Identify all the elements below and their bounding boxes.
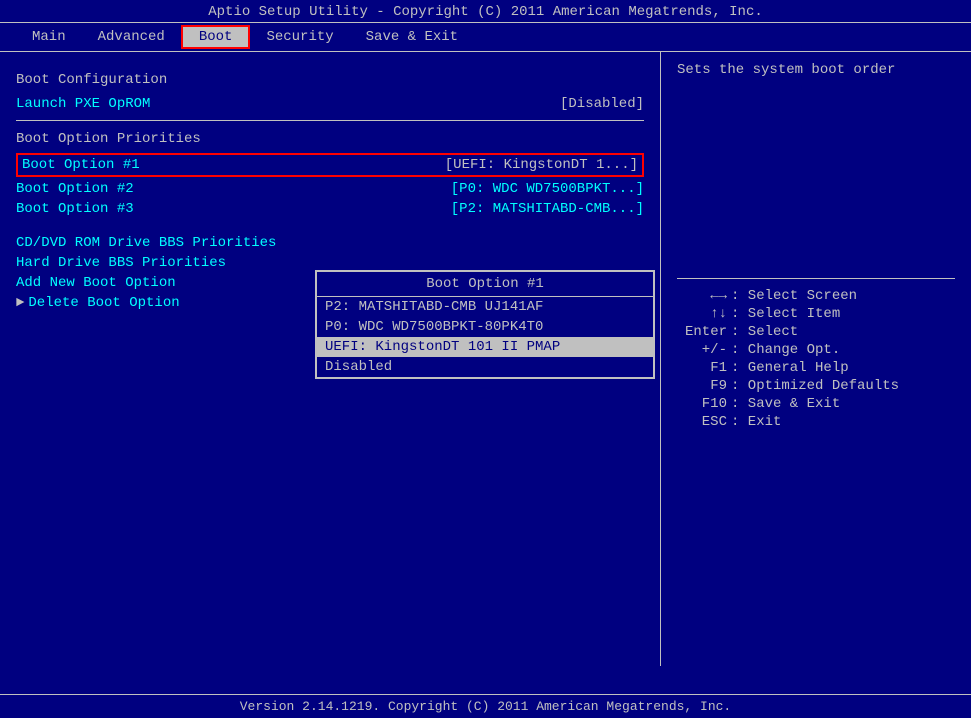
menu-item-save-exit[interactable]: Save & Exit: [350, 27, 474, 47]
key-f1-desc: : General Help: [731, 360, 849, 376]
key-f1-label: F1: [677, 360, 727, 376]
boot-option-1-value: [UEFI: KingstonDT 1...]: [445, 157, 638, 173]
key-f10-desc: : Save & Exit: [731, 396, 840, 412]
bottom-bar: Version 2.14.1219. Copyright (C) 2011 Am…: [0, 694, 971, 718]
key-plusminus-label: +/-: [677, 342, 727, 358]
boot-option-1-label: Boot Option #1: [22, 157, 140, 173]
key-esc-label: ESC: [677, 414, 727, 430]
title-bar: Aptio Setup Utility - Copyright (C) 2011…: [0, 0, 971, 22]
menu-bar: Main Advanced Boot Security Save & Exit: [0, 22, 971, 52]
boot-option-3-value: [P2: MATSHITABD-CMB...]: [451, 201, 644, 217]
popup-item-disabled[interactable]: Disabled: [317, 357, 653, 377]
popup-item-p0[interactable]: P0: WDC WD7500BPKT-80PK4T0: [317, 317, 653, 337]
key-row-f9: F9 : Optimized Defaults: [677, 377, 955, 395]
boot-priorities-header: Boot Option Priorities: [16, 131, 644, 147]
key-f9-label: F9: [677, 378, 727, 394]
key-help-section: ←→ : Select Screen ↑↓ : Select Item Ente…: [677, 287, 955, 431]
key-plusminus-desc: : Change Opt.: [731, 342, 840, 358]
boot-config-header: Boot Configuration: [16, 72, 644, 88]
menu-item-advanced[interactable]: Advanced: [82, 27, 181, 47]
launch-pxe-value: [Disabled]: [560, 96, 644, 112]
key-row-1: ↑↓ : Select Item: [677, 305, 955, 323]
key-row-f1: F1 : General Help: [677, 359, 955, 377]
help-text: Sets the system boot order: [677, 62, 955, 78]
key-row-f10: F10 : Save & Exit: [677, 395, 955, 413]
boot-option-dropdown[interactable]: Boot Option #1 P2: MATSHITABD-CMB UJ141A…: [315, 270, 655, 379]
menu-item-security[interactable]: Security: [250, 27, 349, 47]
key-row-enter: Enter : Select: [677, 323, 955, 341]
delete-boot-label: Delete Boot Option: [28, 295, 179, 311]
key-f10-label: F10: [677, 396, 727, 412]
key-divider: [677, 278, 955, 279]
key-0-desc: : Select Screen: [731, 288, 857, 304]
boot-option-3-label: Boot Option #3: [16, 201, 134, 217]
boot-option-1-row[interactable]: Boot Option #1 [UEFI: KingstonDT 1...]: [16, 153, 644, 177]
boot-option-2-value: [P0: WDC WD7500BPKT...]: [451, 181, 644, 197]
boot-option-3-row[interactable]: Boot Option #3 [P2: MATSHITABD-CMB...]: [16, 199, 644, 219]
boot-option-2-label: Boot Option #2: [16, 181, 134, 197]
key-1-desc: : Select Item: [731, 306, 840, 322]
popup-item-p2[interactable]: P2: MATSHITABD-CMB UJ141AF: [317, 297, 653, 317]
divider-1: [16, 120, 644, 121]
key-row-plusminus: +/- : Change Opt.: [677, 341, 955, 359]
key-esc-desc: : Exit: [731, 414, 781, 430]
arrow-icon: ►: [16, 295, 24, 311]
title-text: Aptio Setup Utility - Copyright (C) 2011…: [208, 4, 763, 20]
cd-dvd-link[interactable]: CD/DVD ROM Drive BBS Priorities: [16, 233, 644, 253]
launch-pxe-row: Launch PXE OpROM [Disabled]: [16, 94, 644, 114]
right-panel: Sets the system boot order ←→ : Select S…: [661, 52, 971, 666]
key-enter-label: Enter: [677, 324, 727, 340]
popup-title: Boot Option #1: [317, 272, 653, 297]
key-row-esc: ESC : Exit: [677, 413, 955, 431]
key-1-label: ↑↓: [677, 306, 727, 322]
menu-item-main[interactable]: Main: [16, 27, 82, 47]
boot-option-2-row[interactable]: Boot Option #2 [P0: WDC WD7500BPKT...]: [16, 179, 644, 199]
bottom-text: Version 2.14.1219. Copyright (C) 2011 Am…: [240, 699, 731, 714]
key-f9-desc: : Optimized Defaults: [731, 378, 899, 394]
key-enter-desc: : Select: [731, 324, 798, 340]
key-row-0: ←→ : Select Screen: [677, 287, 955, 305]
launch-pxe-label: Launch PXE OpROM: [16, 96, 150, 112]
menu-item-boot[interactable]: Boot: [181, 25, 251, 49]
key-0-label: ←→: [677, 288, 727, 304]
popup-item-uefi[interactable]: UEFI: KingstonDT 101 II PMAP: [317, 337, 653, 357]
